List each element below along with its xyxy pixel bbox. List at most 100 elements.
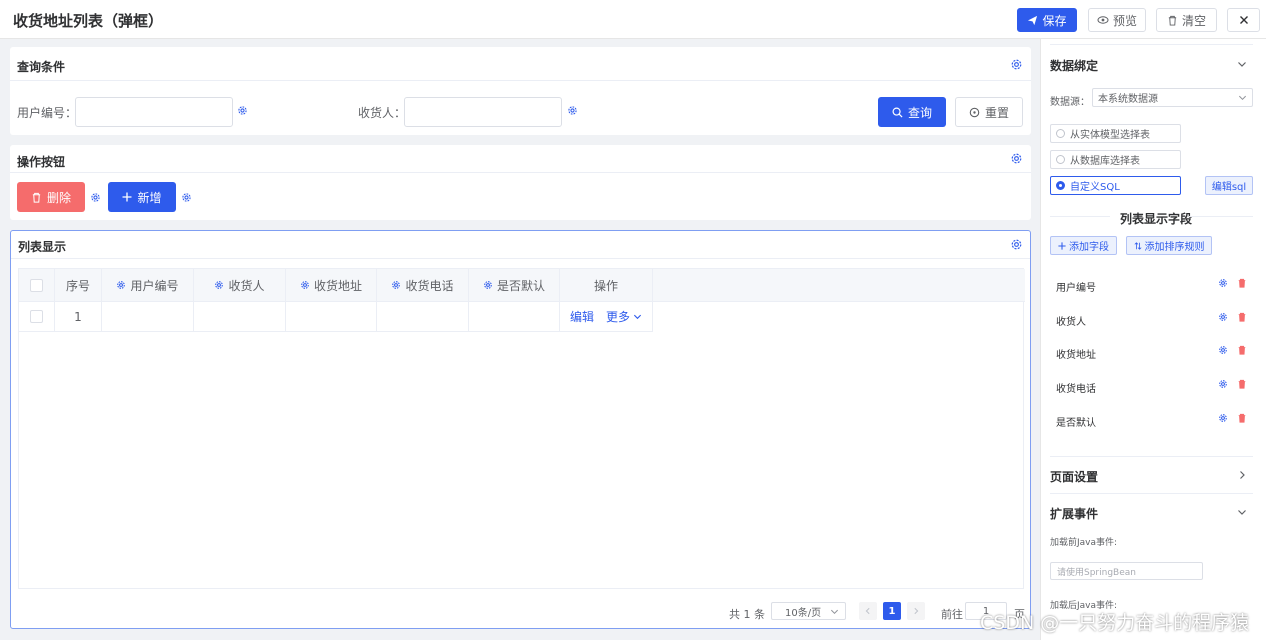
datasource-select[interactable]: 本系统数据源 bbox=[1092, 88, 1253, 107]
column-header: 用户编号 bbox=[102, 269, 194, 301]
cell-receiver bbox=[194, 302, 286, 331]
query-panel: 查询条件 用户编号： 收货人： 查询 重置 bbox=[10, 47, 1031, 135]
radio-entity-model[interactable]: 从实体模型选择表 bbox=[1050, 124, 1181, 143]
chevron-left-icon bbox=[865, 607, 870, 615]
field-item-actions bbox=[1218, 312, 1247, 322]
column-header: 是否默认 bbox=[469, 269, 560, 301]
field-item-label: 是否默认 bbox=[1056, 418, 1096, 429]
radio-database-table[interactable]: 从数据库选择表 bbox=[1050, 150, 1181, 169]
add-field-button[interactable]: 添加字段 bbox=[1050, 236, 1117, 255]
user-id-label: 用户编号： bbox=[17, 106, 78, 120]
delete-button[interactable]: 删除 bbox=[17, 182, 85, 212]
edit-sql-button[interactable]: 编辑sql bbox=[1205, 176, 1253, 195]
trash-icon[interactable] bbox=[1237, 312, 1247, 322]
data-table: 序号 用户编号 收货人 收货地址 收货电话 是否默认 操作 1 编辑 更多 bbox=[18, 268, 1025, 589]
column-label: 序号 bbox=[65, 278, 90, 293]
chevron-down-icon bbox=[830, 609, 839, 614]
gear-icon[interactable] bbox=[567, 105, 578, 116]
sort-icon bbox=[1134, 241, 1141, 250]
trash-icon[interactable] bbox=[1237, 278, 1247, 288]
column-header: 操作 bbox=[560, 269, 653, 301]
properties-sidebar: 数据绑定 数据源： 本系统数据源 从实体模型选择表 从数据库选择表 自定义SQL… bbox=[1040, 39, 1266, 640]
prev-page-button[interactable] bbox=[859, 602, 877, 620]
fields-section-title: 列表显示字段 bbox=[1120, 212, 1193, 226]
select-all-checkbox[interactable] bbox=[30, 278, 43, 292]
reset-button[interactable]: 重置 bbox=[955, 97, 1023, 127]
more-dropdown[interactable]: 更多 bbox=[606, 308, 642, 325]
cell-user-id bbox=[102, 302, 194, 331]
chevron-down-icon[interactable] bbox=[1237, 59, 1247, 69]
user-id-input[interactable] bbox=[75, 97, 233, 127]
search-label: 查询 bbox=[907, 105, 932, 120]
gear-icon[interactable] bbox=[181, 192, 192, 203]
gear-icon[interactable] bbox=[90, 192, 101, 203]
column-header: 收货地址 bbox=[286, 269, 377, 301]
trash-icon[interactable] bbox=[1237, 379, 1247, 389]
gear-icon[interactable] bbox=[1218, 345, 1228, 355]
gear-icon[interactable] bbox=[391, 280, 401, 290]
page-size-select[interactable]: 10条/页 bbox=[771, 602, 846, 620]
gear-icon[interactable] bbox=[1010, 152, 1023, 165]
column-header: 收货人 bbox=[194, 269, 286, 301]
receiver-input[interactable] bbox=[404, 97, 562, 127]
gear-icon[interactable] bbox=[1010, 238, 1023, 251]
chevron-right-icon[interactable] bbox=[1237, 470, 1247, 480]
next-page-button[interactable] bbox=[907, 602, 925, 620]
gear-icon[interactable] bbox=[1218, 379, 1228, 389]
gear-icon[interactable] bbox=[1218, 413, 1228, 423]
watermark: CSDN @一只努力奋斗的程序猿 bbox=[980, 612, 1250, 634]
add-button[interactable]: 新增 bbox=[108, 182, 176, 212]
cell-address bbox=[286, 302, 377, 331]
extend-events-title[interactable]: 扩展事件 bbox=[1050, 505, 1098, 522]
gear-icon[interactable] bbox=[483, 280, 493, 290]
more-label: 更多 bbox=[606, 310, 631, 324]
edit-sql-label: 编辑sql bbox=[1211, 182, 1247, 193]
gear-icon[interactable] bbox=[214, 280, 224, 290]
chevron-right-icon bbox=[914, 607, 919, 615]
cell-phone bbox=[377, 302, 469, 331]
trash-icon bbox=[32, 192, 41, 203]
add-sort-label: 添加排序规则 bbox=[1144, 242, 1205, 253]
row-checkbox[interactable] bbox=[30, 310, 43, 323]
add-sort-button[interactable]: 添加排序规则 bbox=[1126, 236, 1212, 255]
before-event-input[interactable]: 请使用SpringBean bbox=[1050, 562, 1203, 580]
save-button[interactable]: 保存 bbox=[1017, 8, 1077, 32]
divider bbox=[1050, 493, 1253, 494]
table-row: 1 编辑 更多 bbox=[19, 302, 653, 332]
list-panel-title: 列表显示 bbox=[18, 240, 67, 254]
gear-icon[interactable] bbox=[1010, 58, 1023, 71]
column-label: 操作 bbox=[593, 278, 618, 293]
action-panel-title: 操作按钮 bbox=[17, 155, 66, 169]
clear-button[interactable]: 清空 bbox=[1156, 8, 1217, 32]
action-panel-header: 操作按钮 bbox=[10, 145, 1031, 173]
search-button[interactable]: 查询 bbox=[878, 97, 946, 127]
gear-icon[interactable] bbox=[237, 105, 248, 116]
trash-icon[interactable] bbox=[1237, 413, 1247, 423]
column-label: 用户编号 bbox=[130, 278, 179, 293]
query-panel-header: 查询条件 bbox=[10, 47, 1031, 81]
chevron-down-icon[interactable] bbox=[1237, 507, 1247, 517]
list-panel-header: 列表显示 bbox=[11, 231, 1030, 259]
preview-button[interactable]: 预览 bbox=[1088, 8, 1146, 32]
field-item-label: 收货人 bbox=[1056, 317, 1086, 328]
gear-icon[interactable] bbox=[116, 280, 126, 290]
trash-icon[interactable] bbox=[1237, 345, 1247, 355]
field-item-label: 收货电话 bbox=[1056, 384, 1096, 395]
chevron-down-icon bbox=[1238, 95, 1247, 101]
eye-icon bbox=[1097, 16, 1109, 24]
list-panel: 列表显示 序号 用户编号 收货人 收货地址 收货电话 是否默认 操作 1 编辑 … bbox=[10, 230, 1031, 629]
column-label: 是否默认 bbox=[496, 278, 545, 293]
gear-icon[interactable] bbox=[1218, 312, 1228, 322]
data-binding-title[interactable]: 数据绑定 bbox=[1050, 57, 1098, 74]
page-settings-title[interactable]: 页面设置 bbox=[1050, 468, 1098, 485]
page-number[interactable]: 1 bbox=[883, 602, 901, 620]
radio-custom-sql[interactable]: 自定义SQL bbox=[1050, 176, 1181, 195]
add-label: 新增 bbox=[137, 190, 162, 205]
edit-link[interactable]: 编辑 bbox=[570, 308, 594, 325]
cell-default bbox=[469, 302, 560, 331]
gear-icon[interactable] bbox=[1218, 278, 1228, 288]
close-button[interactable] bbox=[1227, 8, 1260, 32]
query-panel-title: 查询条件 bbox=[17, 60, 66, 74]
table-header: 序号 用户编号 收货人 收货地址 收货电话 是否默认 操作 bbox=[19, 269, 1025, 302]
gear-icon[interactable] bbox=[300, 280, 310, 290]
